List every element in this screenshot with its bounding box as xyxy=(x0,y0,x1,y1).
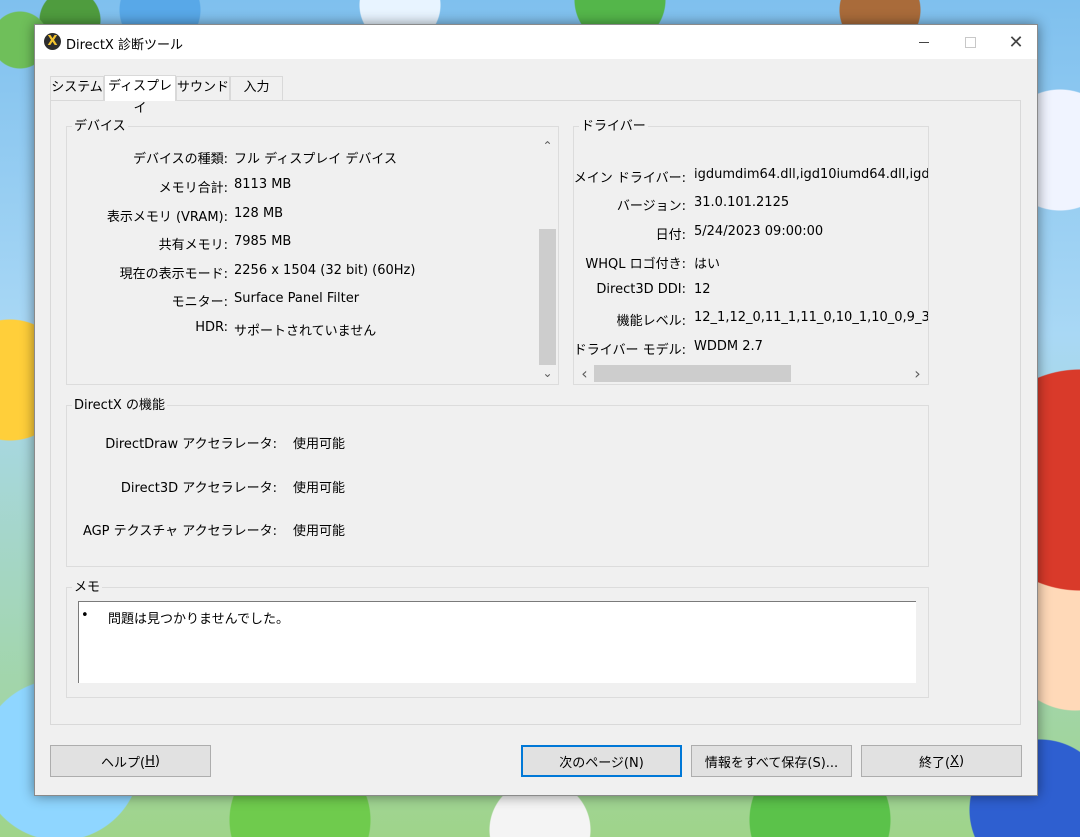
directx-app-icon: X xyxy=(44,33,61,50)
note-bullet: • xyxy=(81,608,89,623)
total-memory-label: メモリ合計: xyxy=(158,181,228,196)
main-driver-label: メイン ドライバー: xyxy=(573,171,686,186)
shared-memory-label: 共有メモリ: xyxy=(158,238,228,253)
scroll-left-icon[interactable]: ‹ xyxy=(576,364,593,383)
notes-group: メモ • 問題は見つかりませんでした。 xyxy=(66,580,929,698)
whql-value: はい xyxy=(694,257,721,272)
minimize-button[interactable] xyxy=(901,25,947,59)
close-icon: ✕ xyxy=(1008,31,1024,53)
exit-button[interactable]: 終了(X) xyxy=(861,745,1022,777)
help-button[interactable]: ヘルプ(H) xyxy=(50,745,211,777)
display-mode-value: 2256 x 1504 (32 bit) (60Hz) xyxy=(234,263,416,278)
feature-levels-value: 12_1,12_0,11_1,11_0,10_1,10_0,9_3,9_2 xyxy=(694,310,928,325)
version-value: 31.0.101.2125 xyxy=(694,195,790,210)
hdr-label: HDR: xyxy=(195,320,228,335)
note-item: 問題は見つかりませんでした。 xyxy=(108,612,289,627)
driver-group: ドライバー メイン ドライバー: igdumdim64.dll,igd10ium… xyxy=(573,119,929,385)
vram-value: 128 MB xyxy=(234,206,284,221)
dxdiag-window: X DirectX 診断ツール ✕ システム ディスプレイ サウンド 入力 デバ… xyxy=(34,24,1038,796)
device-group: デバイス デバイスの種類: フル ディスプレイ デバイス メモリ合計: 8113… xyxy=(66,119,559,385)
driver-horizontal-scrollbar[interactable]: ‹ › xyxy=(576,364,926,383)
feature-levels-label: 機能レベル: xyxy=(616,314,686,329)
scroll-down-icon[interactable]: ⌄ xyxy=(539,364,556,381)
notes-group-label: メモ xyxy=(72,580,103,595)
monitor-value: Surface Panel Filter xyxy=(234,291,360,306)
tab-sound[interactable]: サウンド xyxy=(176,76,230,100)
vram-label: 表示メモリ (VRAM): xyxy=(106,210,228,225)
exit-button-label: 終了( xyxy=(918,755,951,771)
agp-texture-accel-label: AGP テクスチャ アクセラレータ: xyxy=(82,524,277,539)
device-type-value: フル ディスプレイ デバイス xyxy=(234,152,397,167)
tab-display[interactable]: ディスプレイ xyxy=(104,75,176,116)
tab-input[interactable]: 入力 xyxy=(230,76,283,100)
direct3d-accel-value: 使用可能 xyxy=(293,481,346,496)
next-page-button-label: 次のページ(N) xyxy=(559,755,644,771)
display-mode-label: 現在の表示モード: xyxy=(119,267,228,282)
directx-features-group-label: DirectX の機能 xyxy=(72,398,167,413)
driver-model-value: WDDM 2.7 xyxy=(694,339,763,354)
driver-model-label: ドライバー モデル: xyxy=(573,343,686,358)
driver-scroll-thumb[interactable] xyxy=(594,365,791,382)
scroll-right-icon[interactable]: › xyxy=(909,364,926,383)
device-group-label: デバイス xyxy=(72,119,128,134)
notes-text-box[interactable]: • 問題は見つかりませんでした。 xyxy=(78,601,916,683)
maximize-button xyxy=(947,25,993,59)
date-value: 5/24/2023 09:00:00 xyxy=(694,224,824,239)
hdr-value: サポートされていません xyxy=(234,324,377,339)
directdraw-accel-value: 使用可能 xyxy=(293,437,346,452)
date-label: 日付: xyxy=(655,228,686,243)
maximize-icon xyxy=(964,36,976,48)
save-all-info-button-label: 情報をすべて保存(S)... xyxy=(704,755,839,771)
close-button[interactable]: ✕ xyxy=(993,25,1039,59)
directx-features-group: DirectX の機能 DirectDraw アクセラレータ: 使用可能 Dir… xyxy=(66,398,929,567)
device-scroll-thumb[interactable] xyxy=(539,229,556,365)
window-title: DirectX 診断ツール xyxy=(66,38,183,53)
scroll-up-icon[interactable]: ⌃ xyxy=(539,137,556,154)
help-button-accesskey: H xyxy=(145,753,155,769)
device-type-label: デバイスの種類: xyxy=(133,152,228,167)
agp-texture-accel-value: 使用可能 xyxy=(293,524,346,539)
exit-button-suffix: ) xyxy=(958,753,965,769)
shared-memory-value: 7985 MB xyxy=(234,234,292,249)
next-page-button[interactable]: 次のページ(N) xyxy=(521,745,682,777)
main-driver-value: igdumdim64.dll,igd10iumd64.dll,igd10 xyxy=(694,167,928,182)
direct3d-ddi-label: Direct3D DDI: xyxy=(596,282,686,297)
device-vertical-scrollbar[interactable]: ⌃ ⌄ xyxy=(539,137,556,381)
minimize-icon xyxy=(919,41,929,43)
monitor-label: モニター: xyxy=(171,295,228,310)
save-all-info-button[interactable]: 情報をすべて保存(S)... xyxy=(691,745,852,777)
whql-label: WHQL ロゴ付き: xyxy=(585,257,686,272)
version-label: バージョン: xyxy=(616,199,686,214)
direct3d-ddi-value: 12 xyxy=(694,282,711,297)
title-bar: X DirectX 診断ツール ✕ xyxy=(35,25,1037,59)
total-memory-value: 8113 MB xyxy=(234,177,292,192)
tab-system[interactable]: システム xyxy=(50,76,104,100)
display-tab-panel: デバイス デバイスの種類: フル ディスプレイ デバイス メモリ合計: 8113… xyxy=(50,100,1021,725)
exit-button-accesskey: X xyxy=(950,753,959,769)
direct3d-accel-label: Direct3D アクセラレータ: xyxy=(120,481,277,496)
help-button-label: ヘルプ( xyxy=(101,755,146,771)
driver-group-label: ドライバー xyxy=(579,119,648,134)
help-button-suffix: ) xyxy=(154,753,160,769)
directdraw-accel-label: DirectDraw アクセラレータ: xyxy=(105,437,277,452)
